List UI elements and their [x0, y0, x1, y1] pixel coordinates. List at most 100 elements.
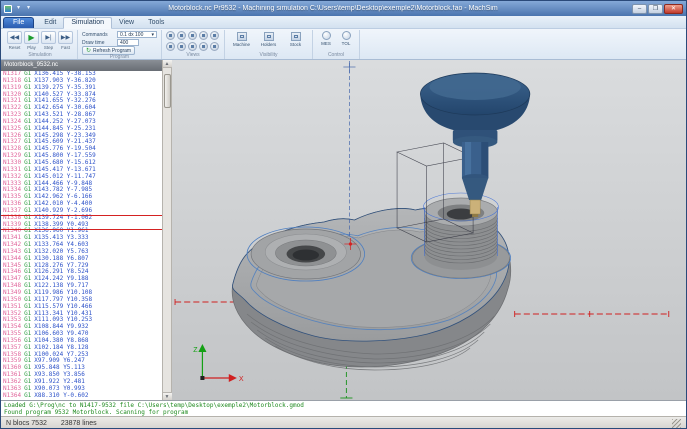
view-top-icon[interactable]: [177, 31, 186, 40]
scroll-down-icon[interactable]: ▼: [162, 392, 172, 400]
view-dimetric-icon[interactable]: [177, 42, 186, 51]
coordinates: X90.073 Y0.993: [34, 384, 85, 392]
coordinates: X145.680 Y-15.612: [34, 158, 96, 166]
code-scrollbar[interactable]: ▲ ▼: [162, 60, 172, 400]
play-icon: ▶: [24, 31, 39, 44]
view-front-icon[interactable]: [188, 31, 197, 40]
playback-step-button[interactable]: ▶| Step: [41, 31, 56, 50]
refresh-program-label: Refresh Program: [93, 47, 132, 54]
holders-icon: [263, 32, 274, 41]
tol-label: TOL: [341, 41, 351, 46]
code-list[interactable]: N1317 G1 X136.415 Y-38.153 N1318 G1 X137.903 …: [1, 71, 162, 400]
commands-value: 0.1 dx 100: [120, 31, 144, 38]
resize-grip[interactable]: [672, 419, 681, 428]
quick-save-icon[interactable]: ▾: [14, 4, 23, 13]
gcode-word: G1: [24, 384, 32, 392]
coordinates: X132.020 Y5.763: [34, 247, 89, 255]
playback-fast-button[interactable]: ▶▶ Fast: [58, 31, 73, 50]
view-back-icon[interactable]: [199, 31, 208, 40]
coordinates: X145.012 Y-11.747: [34, 172, 96, 180]
view-right-icon[interactable]: [166, 42, 175, 51]
app-icon: [4, 4, 12, 13]
gcode-word: G1: [24, 295, 32, 303]
application-window: ▾ ▾ Motorblock.nc Pr9532 - Machining sim…: [0, 0, 687, 429]
execution-marker: [1, 228, 162, 230]
line-number: N1364: [3, 391, 22, 399]
window-title: Motorblock.nc Pr9532 - Machining simulat…: [168, 5, 498, 12]
coordinates: X119.986 Y10.108: [34, 289, 93, 296]
mes-label: MES: [321, 41, 331, 46]
visibility-holders-button[interactable]: Holders: [256, 31, 281, 48]
coordinates: X115.579 Y10.466: [34, 302, 93, 310]
view-rotate-icon[interactable]: [199, 42, 208, 51]
tab-simulation[interactable]: Simulation: [63, 17, 113, 29]
gcode-word: G1: [24, 83, 32, 91]
status-blocks: N blocs 7532: [6, 420, 47, 427]
gcode-word: G1: [24, 172, 32, 180]
step-label: Step: [43, 45, 54, 50]
tab-tools[interactable]: Tools: [141, 18, 171, 28]
visibility-stock-button[interactable]: Stock: [283, 31, 308, 48]
control-tol-button[interactable]: TOL: [337, 31, 355, 46]
commands-label: Commands: [82, 31, 108, 38]
close-button[interactable]: ✕: [664, 3, 683, 14]
coordinates: X88.310 Y-0.602: [34, 391, 89, 399]
view-trimetric-icon[interactable]: [188, 42, 197, 51]
rewind-label: Reset: [8, 45, 21, 50]
step-icon: ▶|: [41, 31, 56, 44]
viewport-3d[interactable]: Z X: [172, 60, 686, 400]
machine-icon: [236, 32, 247, 41]
minimize-button[interactable]: –: [632, 3, 647, 14]
scroll-thumb[interactable]: [163, 74, 171, 108]
machine-label: Machine: [232, 42, 250, 47]
tab-view[interactable]: View: [112, 18, 141, 28]
fast-icon: ▶▶: [58, 31, 73, 44]
ribbon: ◀◀ Reset ▶ Play ▶| Step ▶▶ Fast Simulation Comm…: [1, 29, 686, 60]
gcode-word: G1: [24, 289, 32, 296]
gcode-word: G1: [24, 377, 32, 385]
coordinates: X144.845 Y-25.231: [34, 124, 96, 132]
mes-icon: [321, 31, 331, 40]
viewport-canvas[interactable]: Z X: [172, 60, 686, 400]
view-left-icon[interactable]: [210, 31, 219, 40]
gcode-word: G1: [24, 117, 32, 125]
gcode-word: G1: [24, 330, 32, 338]
coordinates: X130.188 Y6.807: [34, 254, 89, 262]
view-fit-icon[interactable]: [210, 42, 219, 51]
draw-time-input[interactable]: [117, 39, 139, 46]
commands-select[interactable]: 0.1 dx 100 ▾: [117, 31, 157, 38]
visibility-machine-button[interactable]: Machine: [229, 31, 254, 48]
refresh-icon: ↻: [86, 48, 92, 54]
coordinates: X140.929 Y-2.696: [34, 206, 93, 214]
coordinates: X137.903 Y-36.820: [34, 76, 96, 84]
code-line[interactable]: N1364 G1 X88.310 Y-0.602: [1, 391, 162, 400]
coordinates: X91.922 Y2.481: [34, 377, 85, 385]
quick-undo-icon[interactable]: ▾: [24, 4, 33, 13]
scroll-up-icon[interactable]: ▲: [162, 60, 172, 68]
view-iso-icon[interactable]: [166, 31, 175, 40]
tab-edit[interactable]: Edit: [37, 18, 63, 28]
playback-rewind-button[interactable]: ◀◀ Reset: [7, 31, 22, 50]
visibility-buttons: Machine Holders Stock: [229, 31, 308, 48]
ribbon-group-program: Commands 0.1 dx 100 ▾ Draw time ↻ Refres…: [78, 30, 162, 60]
ribbon-group-control: MES TOL Control: [313, 30, 360, 59]
coordinates: X117.797 Y10.358: [34, 295, 93, 303]
coordinates: X144.252 Y-27.073: [34, 117, 96, 125]
round-boss: [246, 226, 366, 282]
gcode-word: G1: [24, 124, 32, 132]
control-mes-button[interactable]: MES: [317, 31, 335, 46]
stock-label: Stock: [289, 42, 302, 47]
ribbon-group-simulation: ◀◀ Reset ▶ Play ▶| Step ▶▶ Fast Simulation: [3, 30, 78, 59]
maximize-button[interactable]: ❐: [648, 3, 663, 14]
coordinates: X102.184 Y8.128: [34, 343, 89, 351]
ribbon-group-visibility: Machine Holders Stock Visibility: [225, 30, 313, 59]
view-icons-grid: [166, 31, 220, 52]
file-menu-button[interactable]: File: [3, 17, 35, 28]
gcode-word: G1: [24, 165, 32, 173]
coordinates: X142.010 Y-4.400: [34, 200, 93, 208]
playback-play-button[interactable]: ▶ Play: [24, 31, 39, 50]
title-bar: ▾ ▾ Motorblock.nc Pr9532 - Machining sim…: [1, 1, 686, 16]
log-line: Found program 9532 Motorblock. Scanning …: [4, 409, 189, 416]
log-line: Loaded G:\Prog\nc to N1417-9532 file C:\…: [4, 402, 304, 409]
tol-icon: [341, 31, 351, 40]
